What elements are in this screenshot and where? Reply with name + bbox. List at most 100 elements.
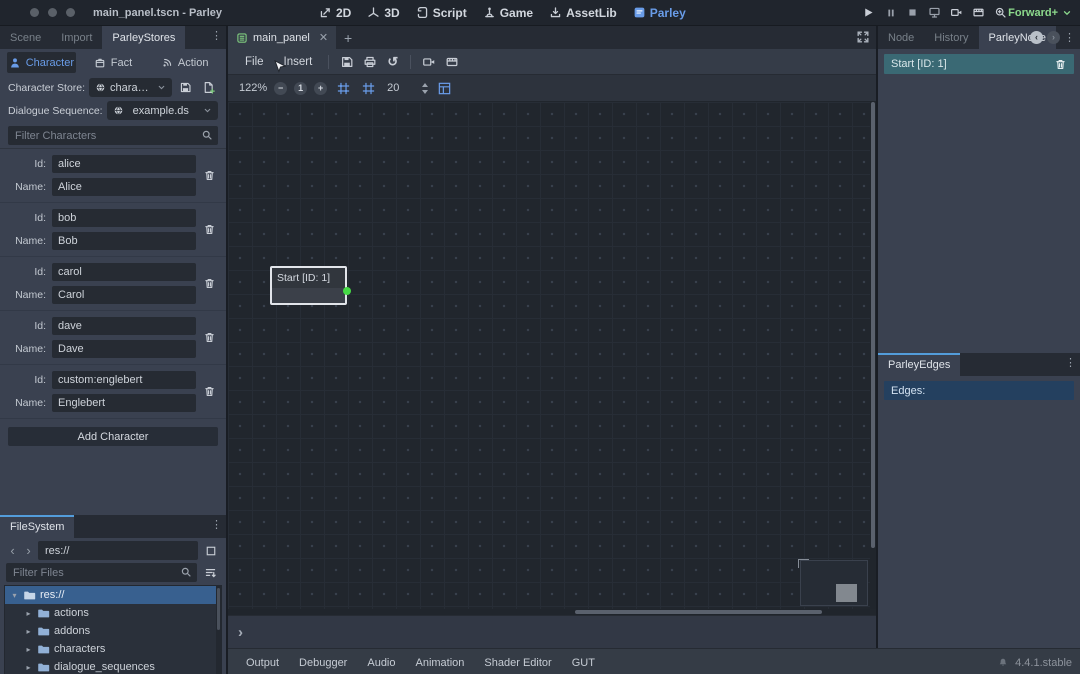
zoom-in-button[interactable]: + (314, 82, 327, 95)
tab-shader-editor[interactable]: Shader Editor (474, 657, 561, 669)
renderer-selector[interactable]: Forward+ (1008, 0, 1072, 25)
history-forward-icon[interactable]: › (22, 544, 35, 557)
refresh-icon[interactable]: ↺ (382, 53, 403, 71)
tabs-forward-icon[interactable]: › (1047, 31, 1060, 44)
tab-fact[interactable]: Fact (79, 52, 148, 73)
movie-maker-icon[interactable] (947, 4, 966, 21)
new-tab-button[interactable]: + (336, 26, 360, 49)
character-id-field[interactable] (52, 371, 196, 389)
remote-debug-icon[interactable] (925, 4, 944, 21)
tab-audio[interactable]: Audio (357, 657, 405, 669)
minimize-window-button[interactable] (48, 8, 57, 17)
tab-parleystores[interactable]: ParleyStores (102, 26, 185, 49)
insert-menu[interactable]: Insert (275, 56, 322, 68)
tab-character[interactable]: Character (7, 52, 76, 73)
tree-item-characters[interactable]: ▸ characters (5, 640, 221, 658)
add-character-button[interactable]: Add Character (8, 427, 218, 446)
output-port[interactable] (343, 287, 351, 295)
notifications-bell-icon[interactable] (997, 657, 1009, 669)
chevron-down-icon[interactable]: ▾ (10, 591, 19, 600)
close-window-button[interactable] (30, 8, 39, 17)
chevron-right-icon[interactable]: ▸ (24, 645, 33, 654)
play-button[interactable] (859, 4, 878, 21)
vertical-scrollbar[interactable] (870, 102, 876, 609)
start-node-title[interactable]: Start [ID: 1] (272, 268, 345, 288)
trash-icon[interactable] (196, 385, 222, 398)
filter-characters-input[interactable] (8, 126, 218, 145)
file-menu[interactable]: File (236, 56, 273, 68)
graph-canvas[interactable]: Start [ID: 1] (228, 102, 876, 615)
save-store-icon[interactable] (176, 79, 195, 97)
screen-assetlib-button[interactable]: AssetLib (544, 0, 622, 25)
minimap-viewport[interactable] (836, 584, 857, 602)
tree-item-res[interactable]: ▾ res:// (5, 586, 221, 604)
tab-parleyedges[interactable]: ParleyEdges (878, 353, 960, 376)
tree-item-dialogue-sequences[interactable]: ▸ dialogue_sequences (5, 658, 221, 674)
dock-options-icon[interactable]: ⋮ (211, 31, 222, 42)
screen-3d-button[interactable]: 3D (362, 0, 404, 25)
tree-scrollbar[interactable] (216, 586, 221, 674)
selected-node-row[interactable]: Start [ID: 1] (884, 54, 1074, 74)
tree-item-addons[interactable]: ▸ addons (5, 622, 221, 640)
start-node[interactable]: Start [ID: 1] (270, 266, 347, 305)
expand-panel-icon[interactable]: › (238, 625, 243, 640)
vertical-scrollbar-thumb[interactable] (871, 102, 875, 548)
screen-script-button[interactable]: Script (411, 0, 472, 25)
minimap-toggle-icon[interactable] (435, 80, 453, 96)
tab-history[interactable]: History (924, 26, 978, 49)
trash-icon[interactable] (196, 169, 222, 182)
grid-toggle-icon[interactable] (359, 80, 377, 96)
chevron-right-icon[interactable]: ▸ (24, 663, 33, 672)
tree-item-actions[interactable]: ▸ actions (5, 604, 221, 622)
window-controls[interactable] (30, 8, 75, 17)
tab-main-panel[interactable]: main_panel ✕ (228, 26, 336, 49)
snap-distance-stepper[interactable] (422, 83, 428, 94)
current-path-field[interactable] (38, 541, 198, 560)
movie-writer-icon[interactable] (969, 4, 988, 21)
character-id-field[interactable] (52, 155, 196, 173)
dialogue-sequence-dropdown[interactable]: example.ds (107, 101, 218, 120)
trash-icon[interactable] (196, 223, 222, 236)
character-id-field[interactable] (52, 317, 196, 335)
test-dialogue-icon[interactable] (418, 53, 439, 71)
chevron-right-icon[interactable]: ▸ (24, 627, 33, 636)
trash-icon[interactable] (1054, 58, 1067, 71)
stop-button[interactable] (903, 4, 922, 21)
zoom-reset-button[interactable]: 1 (294, 82, 307, 95)
tab-output[interactable]: Output (236, 657, 289, 669)
graph-minimap[interactable] (800, 560, 868, 606)
trash-icon[interactable] (196, 277, 222, 290)
dock-options-icon[interactable]: ⋮ (211, 520, 222, 531)
screen-parley-button[interactable]: Parley (628, 0, 691, 25)
screen-2d-button[interactable]: 2D (314, 0, 356, 25)
test-dialogue-from-start-icon[interactable] (441, 53, 462, 71)
trash-icon[interactable] (196, 331, 222, 344)
character-id-field[interactable] (52, 263, 196, 281)
character-store-dropdown[interactable]: character_st (89, 78, 172, 97)
character-id-field[interactable] (52, 209, 196, 227)
profiler-magnifier-icon[interactable] (991, 4, 1010, 21)
tabs-back-icon[interactable]: ‹ (1030, 31, 1043, 44)
tab-import[interactable]: Import (51, 26, 102, 49)
tab-node[interactable]: Node (878, 26, 924, 49)
character-name-field[interactable] (52, 394, 196, 412)
tab-filesystem[interactable]: FileSystem (0, 515, 74, 538)
character-name-field[interactable] (52, 178, 196, 196)
tab-scene[interactable]: Scene (0, 26, 51, 49)
sort-files-icon[interactable] (201, 564, 220, 582)
tab-debugger[interactable]: Debugger (289, 657, 357, 669)
dock-options-icon[interactable]: ⋮ (1065, 358, 1076, 369)
tab-animation[interactable]: Animation (406, 657, 475, 669)
screen-game-button[interactable]: Game (478, 0, 538, 25)
print-icon[interactable] (359, 53, 380, 71)
horizontal-scrollbar[interactable] (228, 609, 870, 615)
tab-action[interactable]: Action (150, 52, 219, 73)
new-script-icon[interactable] (199, 79, 218, 97)
pause-button[interactable] (881, 4, 900, 21)
distraction-free-icon[interactable] (856, 30, 870, 44)
dock-options-icon[interactable]: ⋮ (1064, 31, 1075, 44)
zoom-out-button[interactable]: − (274, 82, 287, 95)
edges-header-row[interactable]: Edges: (884, 381, 1074, 400)
character-name-field[interactable] (52, 340, 196, 358)
snap-toggle-icon[interactable] (334, 80, 352, 96)
